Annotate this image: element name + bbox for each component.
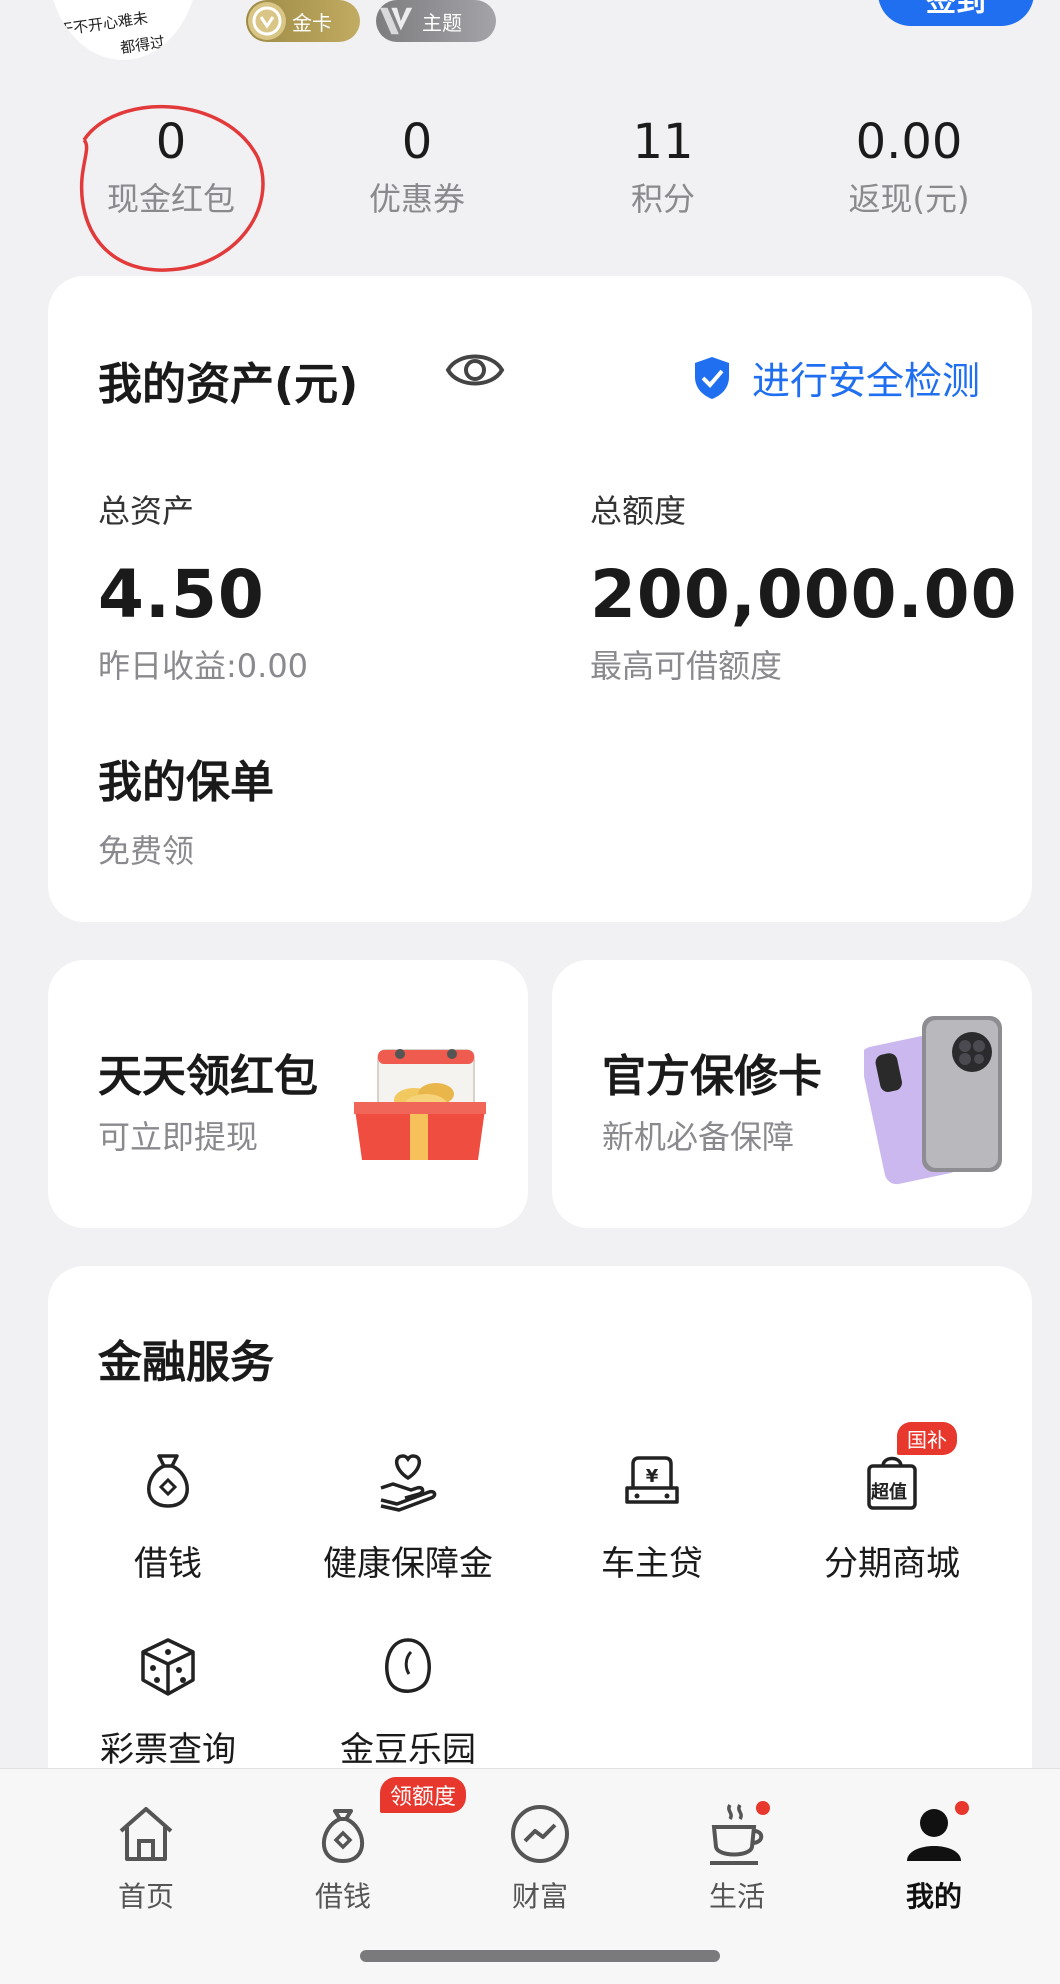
service-label: 车主贷 bbox=[601, 1544, 703, 1584]
service-installment-mall[interactable]: 超值 国补 分期商城 bbox=[772, 1422, 1012, 1585]
daily-red-packet-card[interactable]: 天天领红包 可立即提现 bbox=[48, 960, 528, 1228]
stat-value: 0.00 bbox=[855, 114, 963, 170]
nav-mine[interactable]: 我的 bbox=[854, 1799, 1014, 1915]
stat-points[interactable]: 11 积分 bbox=[540, 112, 786, 220]
service-bean-park[interactable]: 金豆乐园 bbox=[288, 1634, 528, 1771]
my-assets-card: 我的资产(元) 进行安全检测 总资产 4.50 昨日收益:0.00 总额度 20… bbox=[48, 276, 1032, 922]
total-limit-value: 200,000.00 bbox=[590, 556, 1018, 633]
home-indicator[interactable] bbox=[360, 1950, 720, 1962]
car-loan-icon: ¥ bbox=[619, 1448, 685, 1514]
nav-wealth[interactable]: 财富 bbox=[460, 1799, 620, 1915]
warranty-card[interactable]: 官方保修卡 新机必备保障 bbox=[552, 960, 1032, 1228]
nav-label: 我的 bbox=[905, 1880, 962, 1913]
gift-box-coins-icon bbox=[354, 1049, 486, 1160]
stat-value: 0 bbox=[155, 114, 187, 170]
subsidy-tag: 国补 bbox=[897, 1422, 957, 1455]
assets-title: 我的资产(元) bbox=[98, 359, 359, 410]
stat-cash-red-packet[interactable]: 0 现金红包 bbox=[48, 112, 294, 220]
gold-card-label: 金卡 bbox=[292, 10, 332, 35]
nav-borrow[interactable]: 领额度 借钱 bbox=[263, 1777, 467, 1915]
service-label: 彩票查询 bbox=[100, 1730, 236, 1770]
my-policy-block[interactable]: 我的保单 免费领 bbox=[98, 746, 274, 872]
nav-label: 财富 bbox=[511, 1880, 568, 1913]
yesterday-earnings: 昨日收益:0.00 bbox=[98, 647, 309, 685]
nav-label: 生活 bbox=[708, 1880, 765, 1913]
stat-label: 现金红包 bbox=[106, 180, 235, 218]
policy-subtitle: 免费领 bbox=[98, 832, 195, 870]
sign-in-button[interactable]: 签到 bbox=[878, 0, 1034, 26]
service-car-loan[interactable]: ¥ 车主贷 bbox=[532, 1448, 772, 1585]
notification-dot bbox=[955, 1801, 969, 1815]
total-assets-label: 总资产 bbox=[98, 492, 195, 530]
coffee-cup-icon bbox=[702, 1799, 772, 1869]
security-check-link[interactable]: 进行安全检测 bbox=[692, 350, 980, 405]
stat-value: 0 bbox=[401, 114, 433, 170]
avatar[interactable]: 干不开心难未 都得过 bbox=[48, 0, 198, 60]
money-bag-icon: 领额度 bbox=[308, 1777, 467, 1869]
v-badge-icon bbox=[248, 2, 286, 40]
stats-row: 0 现金红包 0 优惠券 11 积分 0.00 返现(元) bbox=[48, 112, 1032, 220]
money-bag-icon bbox=[135, 1448, 201, 1514]
bag-label: 超值 bbox=[871, 1482, 907, 1503]
total-limit-label: 总额度 bbox=[590, 492, 687, 530]
nav-life[interactable]: 生活 bbox=[657, 1799, 817, 1915]
stat-label: 积分 bbox=[630, 180, 695, 218]
stat-coupons[interactable]: 0 优惠券 bbox=[294, 112, 540, 220]
heart-hand-icon bbox=[375, 1448, 441, 1514]
home-icon bbox=[111, 1799, 181, 1869]
shopping-bag-icon: 超值 国补 bbox=[859, 1422, 957, 1514]
wealth-chart-icon bbox=[505, 1799, 575, 1869]
service-label: 健康保障金 bbox=[323, 1544, 493, 1584]
services-title: 金融服务 bbox=[98, 1337, 274, 1388]
limit-note: 最高可借额度 bbox=[590, 647, 783, 685]
theme-label: 主题 bbox=[422, 10, 462, 35]
promo-subtitle: 可立即提现 bbox=[98, 1118, 259, 1156]
promo-title: 天天领红包 bbox=[98, 1051, 318, 1102]
service-label: 分期商城 bbox=[824, 1544, 960, 1584]
service-lottery[interactable]: 彩票查询 bbox=[48, 1634, 288, 1771]
total-assets-block[interactable]: 总资产 4.50 昨日收益:0.00 bbox=[98, 486, 308, 687]
nav-home[interactable]: 首页 bbox=[66, 1799, 226, 1915]
v-theme-icon bbox=[378, 2, 416, 40]
shield-check-icon bbox=[694, 356, 729, 399]
stat-label: 返现(元) bbox=[848, 180, 970, 218]
service-health-fund[interactable]: 健康保障金 bbox=[288, 1448, 528, 1585]
promo-subtitle: 新机必备保障 bbox=[602, 1118, 795, 1156]
service-label: 借钱 bbox=[134, 1544, 202, 1584]
security-check-label: 进行安全检测 bbox=[751, 359, 980, 403]
avatar-handwriting: 都得过 bbox=[119, 32, 167, 58]
nav-label: 借钱 bbox=[314, 1880, 371, 1913]
smartphone-icon bbox=[864, 1016, 1002, 1185]
theme-badge[interactable]: 主题 bbox=[376, 0, 496, 42]
stat-cashback[interactable]: 0.00 返现(元) bbox=[786, 112, 1032, 220]
stat-label: 优惠券 bbox=[368, 180, 465, 218]
stat-value: 11 bbox=[632, 114, 694, 170]
gold-card-badge[interactable]: 金卡 bbox=[246, 0, 360, 42]
total-limit-block[interactable]: 总额度 200,000.00 最高可借额度 bbox=[590, 486, 1018, 687]
svg-text:¥: ¥ bbox=[646, 1466, 659, 1487]
service-borrow[interactable]: 借钱 bbox=[48, 1448, 288, 1585]
policy-title: 我的保单 bbox=[98, 757, 274, 808]
promo-title: 官方保修卡 bbox=[602, 1051, 822, 1102]
get-limit-tag: 领额度 bbox=[380, 1777, 467, 1813]
eye-icon[interactable] bbox=[444, 346, 506, 394]
total-assets-value: 4.50 bbox=[98, 556, 265, 633]
service-label: 金豆乐园 bbox=[340, 1730, 476, 1770]
bean-icon bbox=[375, 1634, 441, 1700]
nav-label: 首页 bbox=[117, 1880, 174, 1913]
user-icon bbox=[899, 1799, 969, 1869]
notification-dot bbox=[756, 1801, 770, 1815]
dice-icon bbox=[135, 1634, 201, 1700]
